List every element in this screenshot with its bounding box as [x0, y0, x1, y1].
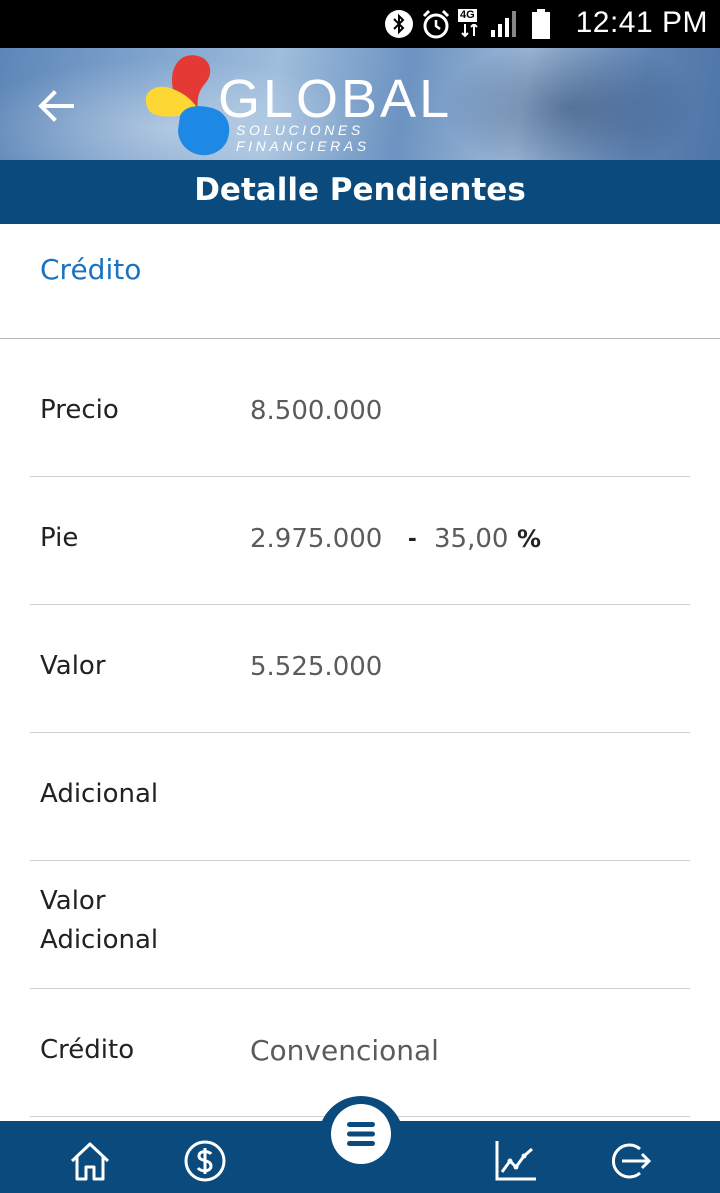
- chart-icon[interactable]: [494, 1139, 538, 1183]
- alarm-icon: [422, 9, 450, 39]
- home-icon[interactable]: [68, 1139, 112, 1183]
- battery-icon: [532, 9, 550, 39]
- status-icons: 4G: [384, 8, 552, 40]
- detail-value: Convencional: [250, 1034, 439, 1067]
- detail-row-pie: Pie 2.975.000 - 35,00 %: [30, 476, 690, 605]
- detail-value: 2.975.000: [250, 524, 383, 554]
- detail-label: Adicional: [40, 779, 159, 809]
- menu-icon: [347, 1122, 375, 1146]
- detail-row-valor-adicional: Valor Adicional: [30, 860, 690, 989]
- app-header: GLOBAL SOLUCIONES FINANCIERAS: [0, 48, 720, 160]
- section-title: Crédito: [40, 253, 142, 286]
- detail-percent: 35,00: [434, 524, 509, 554]
- brand-name: GLOBAL: [218, 69, 453, 129]
- detail-value: 5.525.000: [250, 652, 383, 682]
- back-arrow-icon[interactable]: [36, 86, 76, 126]
- detail-value: 8.500.000: [250, 396, 383, 426]
- detail-row-adicional: Adicional: [30, 732, 690, 861]
- logout-icon[interactable]: [608, 1139, 652, 1183]
- brand-logo: GLOBAL SOLUCIONES FINANCIERAS: [140, 50, 500, 160]
- data-arrows-icon: [461, 24, 478, 38]
- detail-label: Valor: [40, 651, 106, 681]
- signal-icon: [491, 11, 516, 37]
- page-title: Detalle Pendientes: [0, 160, 720, 224]
- dollar-icon[interactable]: [183, 1139, 227, 1183]
- bluetooth-icon: [385, 10, 413, 38]
- detail-row-valor: Valor 5.525.000: [30, 604, 690, 733]
- network-type-label: 4G: [458, 9, 477, 22]
- detail-separator: -: [408, 522, 417, 552]
- menu-button-inner: [331, 1104, 391, 1164]
- detail-label: Crédito: [40, 1035, 135, 1065]
- detail-label: Pie: [40, 523, 79, 553]
- detail-label: Precio: [40, 395, 119, 425]
- section-divider: [0, 338, 720, 339]
- detail-percent-sign: %: [517, 525, 542, 553]
- menu-button[interactable]: [318, 1096, 404, 1182]
- detail-label: Valor Adicional: [40, 886, 159, 955]
- brand-tagline: SOLUCIONES FINANCIERAS: [236, 122, 370, 154]
- network-type-badge: 4G: [458, 9, 484, 39]
- detail-row-precio: Precio 8.500.000: [30, 348, 690, 477]
- status-time: 12:41 PM: [575, 6, 708, 39]
- status-bar: 4G 12:41 PM: [0, 0, 720, 48]
